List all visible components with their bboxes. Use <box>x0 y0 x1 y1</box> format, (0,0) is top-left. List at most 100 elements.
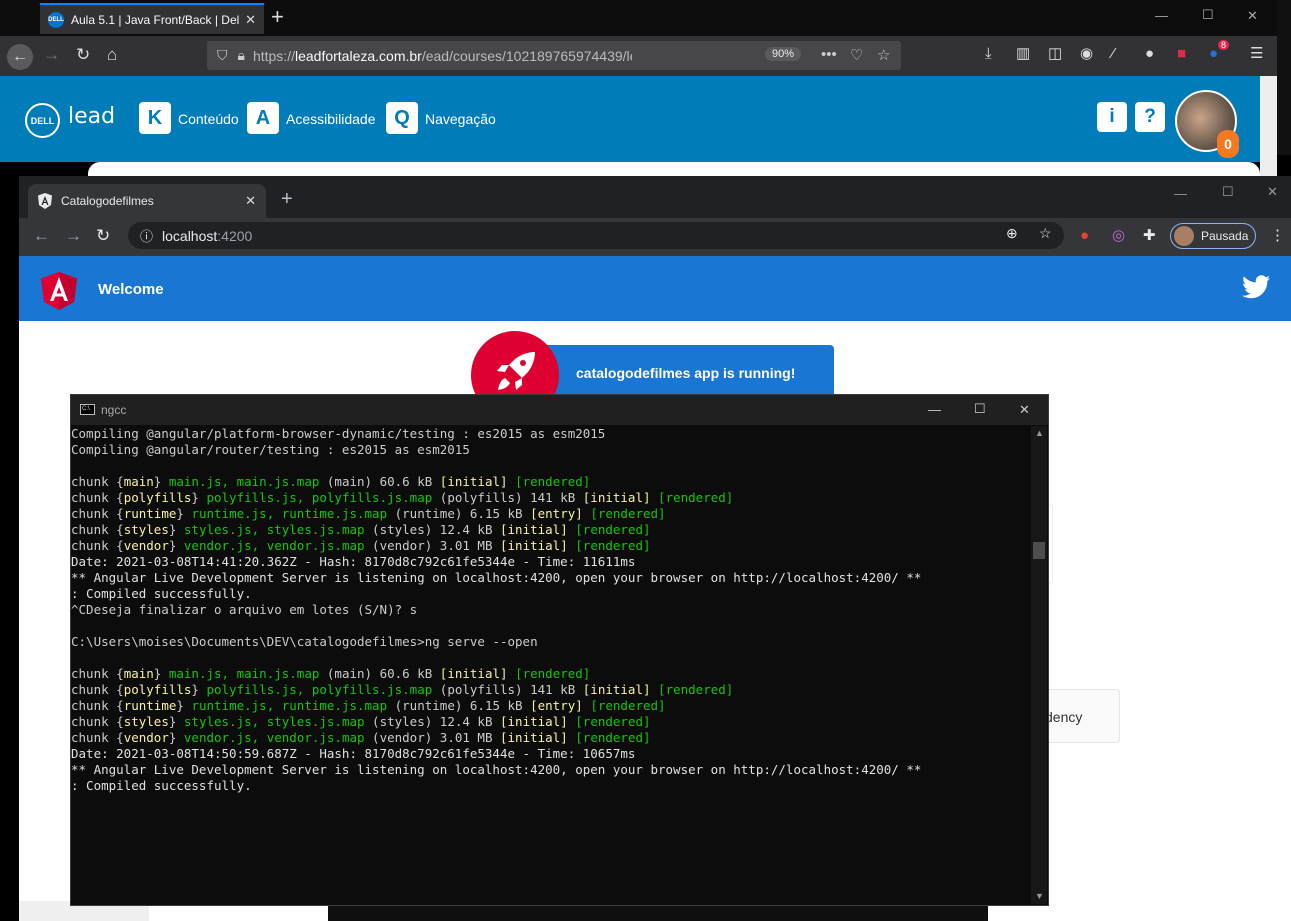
new-tab-icon[interactable]: + <box>281 189 293 209</box>
pocket-icon[interactable]: ♡ <box>850 46 863 64</box>
menu-label-conteudo[interactable]: Conteúdo <box>178 111 239 127</box>
cmd-text-segment: [rendered] <box>590 506 666 521</box>
menu-key-acessibilidade[interactable]: A <box>247 102 279 134</box>
cmd-line: ** Angular Live Development Server is li… <box>71 762 1031 778</box>
extension-red-icon[interactable]: ● <box>1080 228 1089 243</box>
maximize-icon[interactable]: ☐ <box>974 401 986 417</box>
eyedropper-icon[interactable]: ⁄ <box>1112 46 1115 61</box>
cmd-text-segment: (styles) 12.4 kB <box>364 714 500 729</box>
menu-key-navegacao[interactable]: Q <box>386 102 418 134</box>
cmd-scroll-thumb[interactable] <box>1033 542 1045 559</box>
close-window-icon[interactable]: ✕ <box>1267 184 1278 200</box>
cmd-text-segment: chunk { <box>71 538 124 553</box>
scroll-down-icon[interactable]: ▼ <box>1035 891 1044 901</box>
new-tab-icon[interactable]: + <box>271 6 284 28</box>
cmd-text-segment: chunk { <box>71 714 124 729</box>
profile-button[interactable]: Pausada <box>1170 223 1256 249</box>
cmd-line: Date: 2021-03-08T14:41:20.362Z - Hash: 8… <box>71 554 1031 570</box>
cmd-text-segment: [initial] <box>439 474 508 489</box>
menu-label-navegacao[interactable]: Navegação <box>425 111 496 127</box>
forward-icon[interactable]: → <box>43 46 60 63</box>
extensions-puzzle-icon[interactable]: ✚ <box>1143 228 1156 243</box>
bookmark-star-icon[interactable]: ☆ <box>877 46 890 64</box>
extension-icon[interactable]: ● <box>1145 46 1154 61</box>
cmd-text-segment: } <box>168 522 184 537</box>
menu-icon[interactable]: ☰ <box>1250 46 1263 61</box>
menu-label-acessibilidade[interactable]: Acessibilidade <box>286 111 376 127</box>
chrome-tab[interactable]: Catalogodefilmes ✕ <box>28 184 266 218</box>
download-icon[interactable]: ⤓ <box>985 46 992 61</box>
firefox-tab[interactable]: DELL Aula 5.1 | Java Front/Back | Dell ✕ <box>40 3 264 34</box>
reload-icon[interactable]: ↻ <box>76 46 90 63</box>
cmd-line: chunk {main} main.js, main.js.map (main)… <box>71 666 1031 682</box>
cmd-line: C:\Users\moises\Documents\DEV\catalogode… <box>71 634 1031 650</box>
cmd-line <box>71 650 1031 666</box>
cmd-text-segment: (runtime) 6.15 kB <box>387 506 531 521</box>
account-icon[interactable]: ◉ <box>1080 46 1093 61</box>
firefox-nav-bar: ← → ↻ ⌂ ⛉ 🔒︎ https://leadfortaleza.com.b… <box>0 36 1277 76</box>
close-tab-icon[interactable]: ✕ <box>245 12 256 28</box>
cmd-text-segment: [rendered] <box>575 538 651 553</box>
firefox-tab-title: Aula 5.1 | Java Front/Back | Dell <box>71 12 240 27</box>
download-extension-icon[interactable]: ● <box>1209 46 1218 61</box>
cmd-line: Compiling @angular/router/testing : es20… <box>71 442 1031 458</box>
cmd-text-segment: vendor <box>123 730 169 745</box>
cmd-text-segment: C:\Users\moises\Documents\DEV\catalogode… <box>71 634 538 649</box>
cmd-output[interactable]: Compiling @angular/platform-browser-dyna… <box>71 426 1031 904</box>
maximize-icon[interactable]: ☐ <box>1222 184 1234 200</box>
cmd-text-segment: polyfills <box>123 682 192 697</box>
reload-icon[interactable]: ↻ <box>96 227 110 244</box>
help-button[interactable]: ? <box>1135 102 1165 132</box>
shield-icon[interactable]: ⛉ <box>217 47 228 64</box>
chrome-tab-bar: Catalogodefilmes ✕ + — ☐ ✕ <box>19 176 1291 218</box>
twitter-icon[interactable] <box>1241 274 1271 302</box>
minimize-icon[interactable]: — <box>1174 186 1187 201</box>
maximize-icon[interactable]: ☐ <box>1202 7 1214 23</box>
scroll-up-icon[interactable]: ▲ <box>1035 428 1044 438</box>
extension-ring-icon[interactable]: ◎ <box>1112 228 1125 243</box>
cmd-text-segment: Compiling @angular/platform-browser-dyna… <box>71 426 606 441</box>
cmd-text-segment: [rendered] <box>575 730 651 745</box>
library-icon[interactable]: ▥ <box>1016 46 1030 61</box>
zoom-level[interactable]: 90% <box>765 47 802 61</box>
angular-toolbar: Welcome <box>19 256 1291 321</box>
chrome-omnibox[interactable]: ⓘ localhost:4200 ⊕ ☆ <box>128 222 1064 249</box>
more-actions-icon[interactable]: ••• <box>821 46 837 63</box>
cmd-line: chunk {polyfills} polyfills.js, polyfill… <box>71 682 1031 698</box>
chrome-menu-icon[interactable]: ⋮ <box>1270 228 1285 243</box>
cmd-scrollbar[interactable] <box>1031 426 1047 904</box>
video-extension-icon[interactable]: ■ <box>1177 46 1186 61</box>
home-icon[interactable]: ⌂ <box>107 46 117 63</box>
cmd-text-segment: chunk { <box>71 682 124 697</box>
minimize-icon[interactable]: — <box>928 402 941 417</box>
back-icon[interactable]: ← <box>7 44 33 70</box>
cmd-text-segment: [initial] <box>500 538 568 553</box>
cmd-text-segment: } <box>176 698 192 713</box>
minimize-icon[interactable]: — <box>1155 8 1168 23</box>
site-info-icon[interactable]: ⓘ <box>140 226 153 245</box>
menu-key-conteudo[interactable]: K <box>139 102 171 134</box>
close-window-icon[interactable]: ✕ <box>1247 8 1258 24</box>
cmd-title-bar[interactable]: C:\ ngcc — ☐ ✕ <box>71 395 1048 425</box>
sidebar-icon[interactable]: ◫ <box>1048 46 1062 61</box>
notification-badge[interactable]: 0 <box>1217 130 1239 158</box>
back-icon[interactable]: ← <box>33 227 50 244</box>
cmd-text-segment: (main) 60.6 kB <box>319 666 440 681</box>
lead-header: DELL lead K Conteúdo A Acessibilidade Q … <box>0 76 1260 162</box>
cmd-line <box>71 618 1031 634</box>
cmd-text-segment: [rendered] <box>575 522 651 537</box>
cmd-text-segment: } <box>191 490 207 505</box>
close-tab-icon[interactable]: ✕ <box>245 193 256 209</box>
cmd-text-segment <box>651 682 659 697</box>
page-scrollbar[interactable] <box>1260 76 1277 176</box>
zoom-icon[interactable]: ⊕ <box>1006 225 1018 242</box>
cmd-title: ngcc <box>101 403 127 417</box>
url-host: localhost <box>162 227 218 244</box>
url-domain: leadfortaleza.com.br <box>294 47 422 64</box>
cmd-text-segment: ^CDeseja finalizar o arquivo em lotes (S… <box>71 602 418 617</box>
firefox-url-bar[interactable]: ⛉ 🔒︎ https://leadfortaleza.com.br/ead/co… <box>207 41 901 70</box>
forward-icon[interactable]: → <box>65 227 82 244</box>
bookmark-star-icon[interactable]: ☆ <box>1039 225 1052 242</box>
info-button[interactable]: i <box>1097 102 1127 132</box>
close-window-icon[interactable]: ✕ <box>1019 402 1030 418</box>
